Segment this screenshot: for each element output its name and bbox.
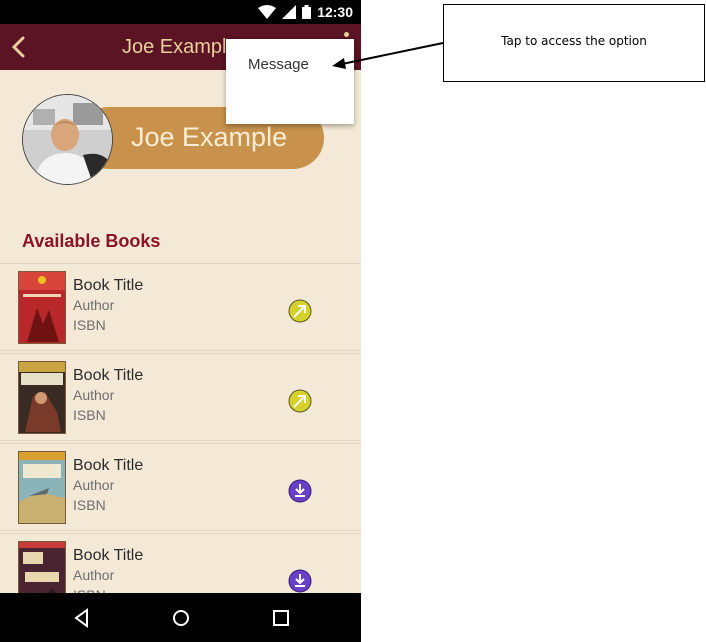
- book-title: Book Title: [73, 277, 144, 294]
- request-book-button[interactable]: [288, 389, 312, 413]
- app-bar-title: Joe Example: [122, 36, 238, 58]
- nav-home-button[interactable]: [170, 607, 192, 629]
- book-author: Author: [73, 387, 115, 403]
- book-cover: [18, 361, 66, 434]
- request-book-button[interactable]: [288, 299, 312, 323]
- download-book-button[interactable]: [288, 479, 312, 503]
- book-cover: [18, 271, 66, 344]
- popup-menu: Message: [226, 39, 354, 124]
- book-isbn: ISBN: [73, 317, 106, 333]
- book-isbn: ISBN: [73, 407, 106, 423]
- back-triangle-icon: [74, 608, 88, 628]
- profile-name: Joe Example: [131, 122, 288, 152]
- status-bar: 12:30: [0, 0, 361, 24]
- chevron-left-icon: [11, 36, 25, 58]
- book-title: Book Title: [73, 547, 144, 564]
- annotation-callout: Tap to access the option: [443, 4, 705, 82]
- wifi-icon: [258, 5, 277, 19]
- book-row[interactable]: Book Title Author ISBN: [0, 443, 361, 531]
- download-icon: [288, 569, 312, 593]
- phone-screen: 12:30 Joe Example Message Joe Example Av…: [0, 0, 361, 642]
- book-title: Book Title: [73, 367, 144, 384]
- book-list: Book Title Author ISBN Book Title Author…: [0, 263, 361, 623]
- book-author: Author: [73, 477, 115, 493]
- cell-signal-icon: [282, 5, 297, 19]
- annotation-text: Tap to access the option: [501, 34, 647, 48]
- book-isbn: ISBN: [73, 497, 106, 513]
- book-author: Author: [73, 297, 115, 313]
- request-arrow-icon: [288, 389, 312, 413]
- book-cover: [18, 451, 66, 524]
- book-title: Book Title: [73, 457, 144, 474]
- nav-recents-button[interactable]: [270, 607, 292, 629]
- nav-back-button[interactable]: [71, 607, 93, 629]
- book-author: Author: [73, 567, 115, 583]
- recents-square-icon: [273, 610, 289, 626]
- menu-item-message[interactable]: Message: [248, 56, 309, 73]
- battery-icon: [302, 5, 312, 19]
- book-row[interactable]: Book Title Author ISBN: [0, 263, 361, 351]
- home-circle-icon: [173, 610, 189, 626]
- section-title-available-books: Available Books: [22, 231, 161, 251]
- request-arrow-icon: [288, 299, 312, 323]
- avatar: [22, 94, 113, 185]
- download-icon: [288, 479, 312, 503]
- download-book-button[interactable]: [288, 569, 312, 593]
- book-row[interactable]: Book Title Author ISBN: [0, 353, 361, 441]
- navigation-bar: [0, 593, 361, 642]
- back-button[interactable]: [8, 35, 30, 59]
- status-time: 12:30: [317, 4, 353, 20]
- more-vert-icon: [344, 32, 349, 37]
